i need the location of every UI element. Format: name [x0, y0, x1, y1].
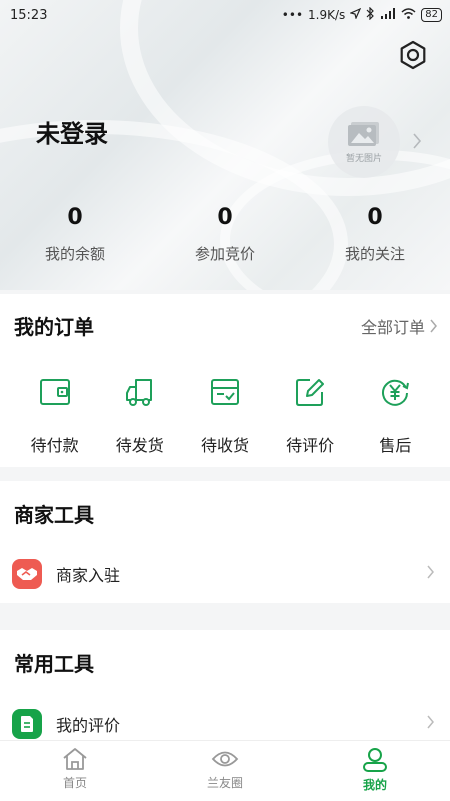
signal-dots-icon: •••: [281, 8, 304, 22]
common-tools-section: 常用工具 我的评价: [0, 630, 450, 745]
stat-label: 参加竞价: [194, 245, 255, 263]
stat-label: 我的关注: [344, 245, 405, 263]
chevron-right-icon: [430, 319, 437, 333]
status-time: 15:23: [10, 7, 48, 23]
image-placeholder-icon: [348, 121, 379, 146]
handshake-icon: [12, 559, 42, 589]
order-pending-shipment[interactable]: 待发货: [105, 374, 175, 456]
order-pending-review[interactable]: 待评价: [275, 374, 345, 456]
merchant-tools-section: 商家工具 商家入驻: [0, 481, 450, 603]
order-after-sales[interactable]: 售后: [360, 374, 430, 456]
order-label: 待评价: [286, 436, 335, 455]
stat-value: 0: [367, 205, 383, 230]
status-indicators: ••• 1.9K/s 82: [281, 6, 442, 23]
stat-value: 0: [67, 205, 83, 230]
tab-label: 首页: [62, 776, 87, 790]
order-pending-payment[interactable]: 待付款: [20, 374, 90, 456]
login-status[interactable]: 未登录: [36, 114, 108, 149]
avatar[interactable]: 暂无图片: [328, 106, 400, 178]
chevron-right-icon: [426, 714, 435, 734]
battery-indicator: 82: [421, 8, 442, 22]
avatar-placeholder-label: 暂无图片: [345, 153, 382, 164]
order-label: 待付款: [30, 436, 79, 455]
edit-icon: [296, 379, 325, 406]
order-label: 售后: [379, 436, 412, 455]
chevron-right-icon: [426, 564, 435, 584]
order-label: 待收货: [200, 436, 249, 455]
tab-mine[interactable]: 我的: [300, 741, 450, 801]
order-label: 待发货: [115, 436, 164, 455]
profile-chevron-icon[interactable]: [412, 132, 422, 154]
tab-home[interactable]: 首页: [0, 741, 150, 801]
stat-value: 0: [217, 205, 233, 230]
yen-refresh-icon: [382, 379, 410, 406]
eye-icon: [211, 751, 239, 767]
stat-balance[interactable]: 0 我的余额: [0, 205, 150, 264]
stat-following[interactable]: 0 我的关注: [300, 205, 450, 264]
home-icon: [63, 748, 87, 770]
orders-section: 我的订单 全部订单 待付款 待发货 待收货 待评价 售后: [0, 294, 450, 467]
orders-title: 我的订单: [14, 315, 94, 339]
note-icon: [12, 709, 42, 739]
box-check-icon: [210, 379, 239, 405]
status-bar: 15:23 ••• 1.9K/s 82: [0, 0, 450, 30]
merchant-entry-label: 商家入驻: [56, 566, 121, 585]
stat-bidding[interactable]: 0 参加竞价: [150, 205, 300, 264]
bottom-tab-bar: 首页 兰友圈 我的: [0, 740, 450, 801]
my-reviews-row[interactable]: 我的评价: [0, 704, 450, 744]
merchant-tools-title: 商家工具: [14, 503, 94, 527]
settings-button[interactable]: [396, 38, 430, 72]
all-orders-link[interactable]: 全部订单: [361, 314, 438, 338]
location-icon: [349, 7, 362, 22]
bluetooth-icon: [366, 6, 375, 23]
all-orders-label: 全部订单: [360, 318, 425, 337]
network-speed: 1.9K/s: [308, 8, 346, 22]
tab-label: 兰友圈: [206, 776, 243, 790]
tab-label: 我的: [362, 778, 387, 792]
settings-icon: [400, 40, 426, 70]
merchant-entry-row[interactable]: 商家入驻: [0, 554, 450, 594]
wifi-icon: [401, 8, 416, 22]
cell-signal-icon: [380, 8, 396, 22]
wallet-icon: [39, 379, 70, 405]
order-pending-receipt[interactable]: 待收货: [190, 374, 260, 456]
user-icon: [363, 748, 387, 772]
tab-community[interactable]: 兰友圈: [150, 741, 300, 801]
my-reviews-label: 我的评价: [56, 716, 121, 735]
stat-label: 我的余额: [44, 245, 105, 263]
truck-icon: [125, 379, 152, 406]
order-status-row: 待付款 待发货 待收货 待评价 售后: [0, 374, 450, 456]
common-tools-title: 常用工具: [14, 652, 94, 676]
account-stats: 0 我的余额 0 参加竞价 0 我的关注: [0, 205, 450, 264]
